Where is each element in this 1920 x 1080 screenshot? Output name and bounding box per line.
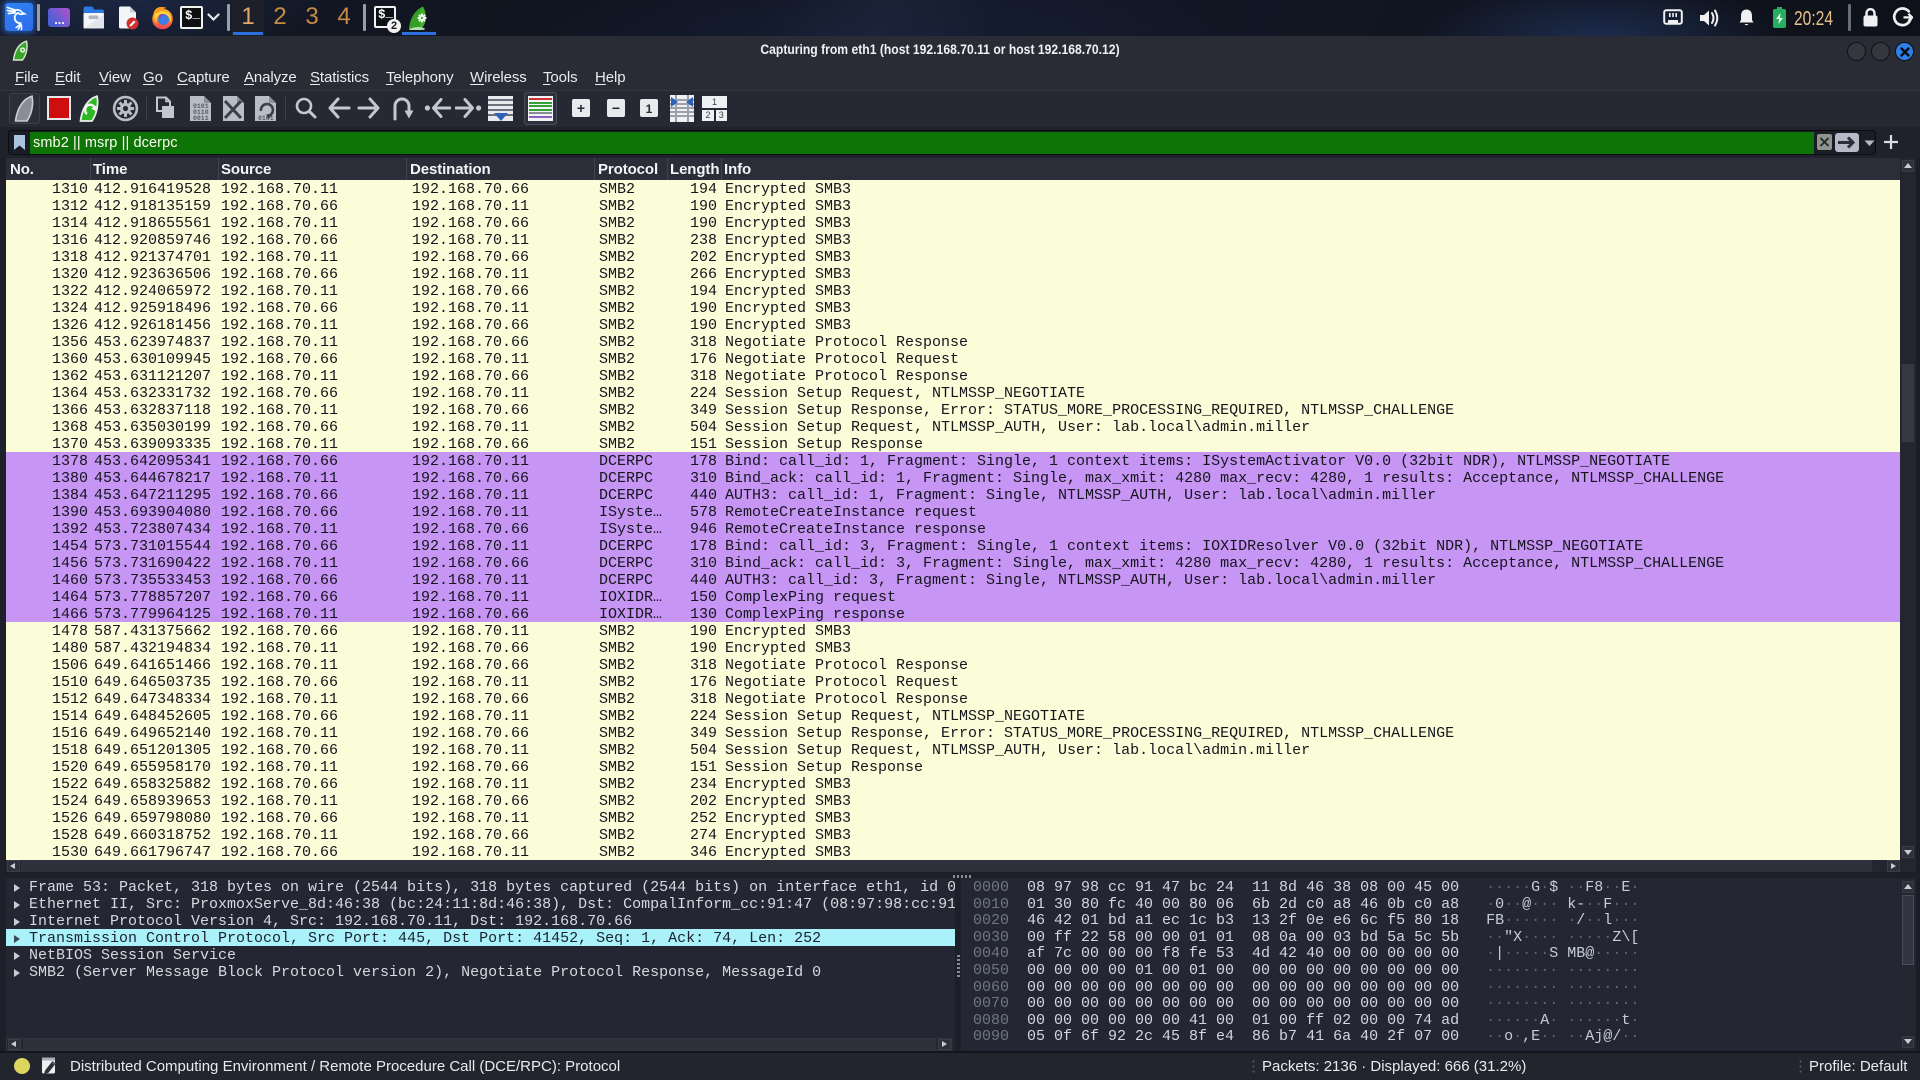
svg-text:0011: 0011 bbox=[193, 115, 209, 122]
svg-text:0101: 0101 bbox=[258, 115, 274, 122]
